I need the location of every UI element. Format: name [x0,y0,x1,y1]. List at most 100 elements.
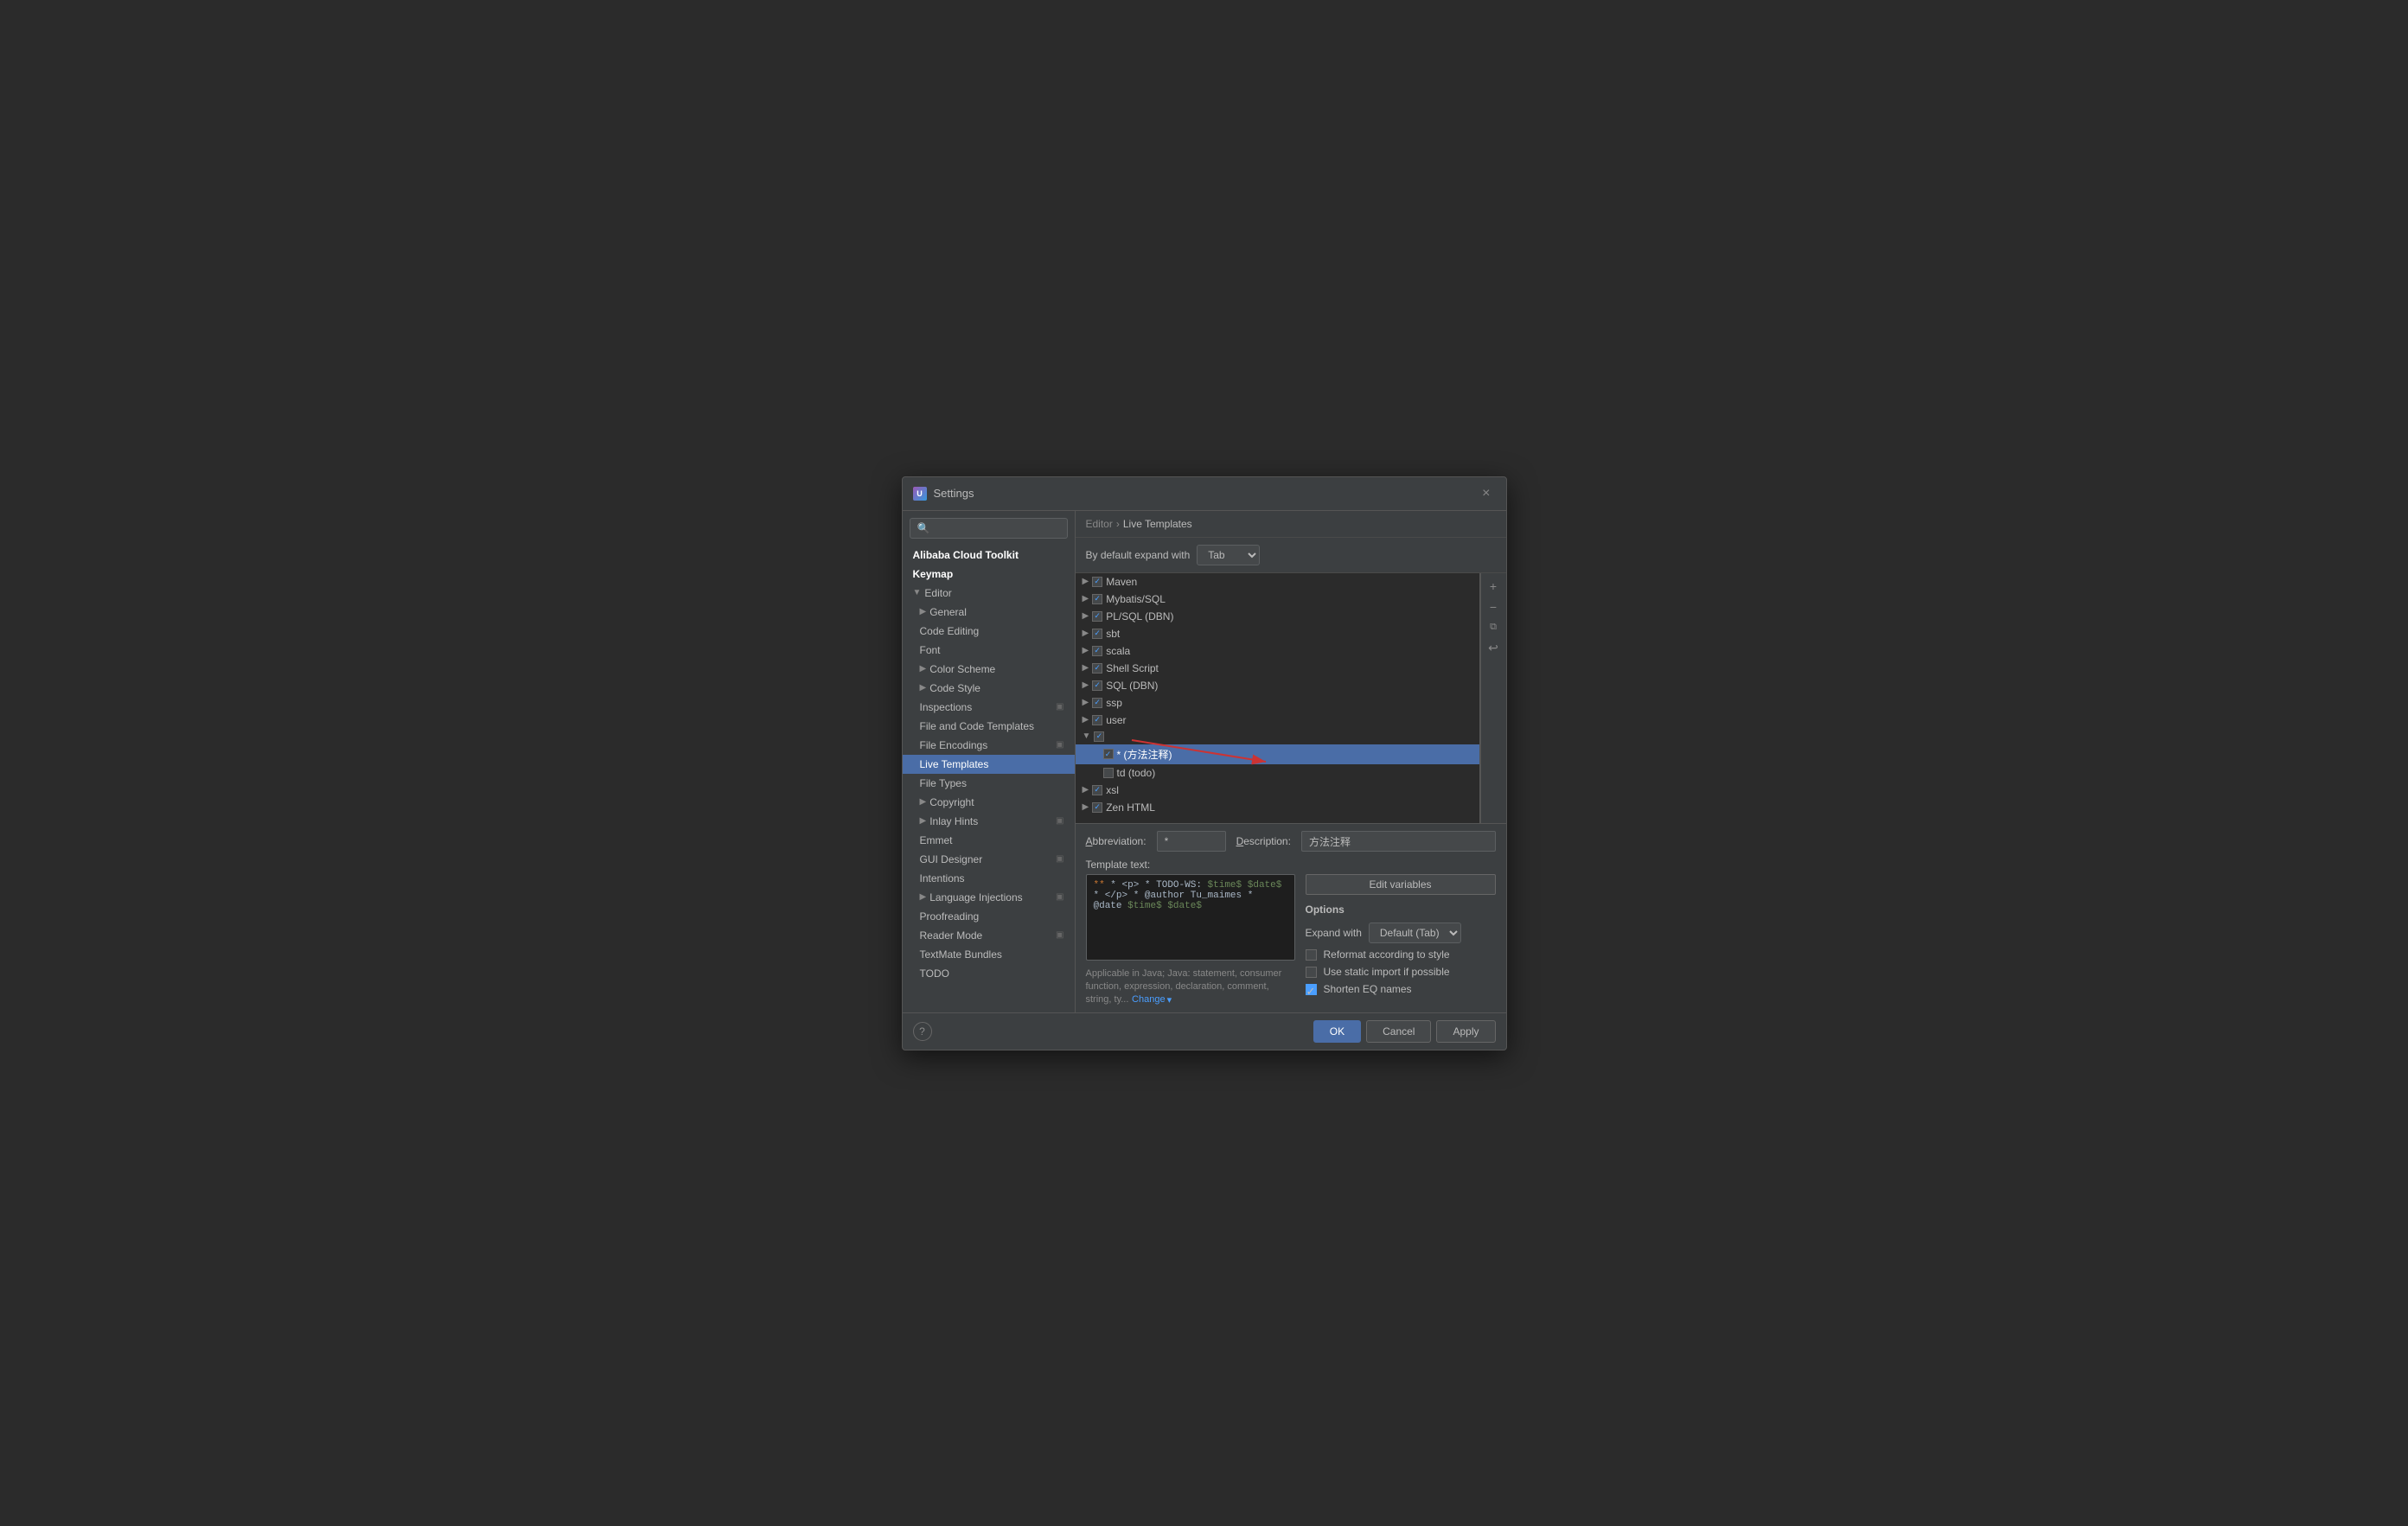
sidebar-item-proofreading[interactable]: Proofreading [903,907,1075,926]
sidebar-item-inlay-hints[interactable]: ▶ Inlay Hints ▣ [903,812,1075,831]
sidebar-item-copyright[interactable]: ▶ Copyright [903,793,1075,812]
static-import-checkbox[interactable] [1306,967,1317,978]
sidebar-item-reader-mode[interactable]: Reader Mode ▣ [903,926,1075,945]
apply-button[interactable]: Apply [1436,1020,1495,1043]
left-col: ** * <p> * TODO-WS: $time$ $date$ * </p>… [1086,874,1295,1006]
breadcrumb: Editor › Live Templates [1076,511,1506,538]
sidebar-item-textmate-bundles[interactable]: TextMate Bundles [903,945,1075,964]
group-label: sbt [1106,628,1120,640]
chevron-right-icon: ▶ [920,664,927,674]
template-group-mybatis[interactable]: ▶ Mybatis/SQL [1076,591,1479,608]
change-link[interactable]: Change ▾ [1132,994,1172,1006]
chevron-right-icon: ▶ [920,892,927,902]
cancel-button[interactable]: Cancel [1366,1020,1431,1043]
restore-button[interactable]: ↩ [1484,639,1503,658]
sidebar-item-editor[interactable]: ▼ Editor [903,584,1075,603]
ok-button[interactable]: OK [1313,1020,1361,1043]
sidebar-item-font[interactable]: Font [903,641,1075,660]
reformat-checkbox[interactable] [1306,949,1317,961]
chevron-right-icon: ▶ [1083,715,1089,725]
template-group-custom[interactable]: ▼ [1076,729,1479,744]
sidebar-item-live-templates[interactable]: Live Templates [903,755,1075,774]
group-checkbox[interactable] [1092,680,1102,691]
sidebar-item-file-encodings[interactable]: File Encodings ▣ [903,736,1075,755]
copy-button[interactable]: ⧉ [1484,618,1503,637]
sidebar-item-label: File Encodings [920,739,988,751]
group-checkbox[interactable] [1092,646,1102,656]
template-group-zenhtml[interactable]: ▶ Zen HTML [1076,799,1479,816]
sidebar-item-file-code-templates[interactable]: File and Code Templates [903,717,1075,736]
group-label: SQL (DBN) [1106,680,1158,692]
chevron-down-icon: ▼ [913,588,922,597]
group-checkbox[interactable] [1092,629,1102,639]
list-side-buttons: + − ⧉ ↩ [1480,573,1506,824]
search-input[interactable] [910,518,1068,539]
template-group-ssp[interactable]: ▶ ssp [1076,694,1479,712]
close-button[interactable]: × [1477,484,1495,503]
group-label: ssp [1106,697,1122,709]
sidebar-item-general[interactable]: ▶ General [903,603,1075,622]
template-group-xsl[interactable]: ▶ xsl [1076,782,1479,799]
item-checkbox[interactable] [1103,749,1114,759]
edit-variables-button[interactable]: Edit variables [1306,874,1496,895]
sidebar-item-keymap[interactable]: Keymap [903,565,1075,584]
template-item-td[interactable]: td (todo) [1076,764,1479,782]
shorten-eq-row: ✓ Shorten EQ names [1306,983,1496,995]
sidebar-item-alibaba[interactable]: Alibaba Cloud Toolkit [903,546,1075,565]
item-checkbox[interactable] [1103,768,1114,778]
template-group-plsql[interactable]: ▶ PL/SQL (DBN) [1076,608,1479,625]
abbreviation-label: Abbreviation: [1086,835,1147,847]
template-group-sbt[interactable]: ▶ sbt [1076,625,1479,642]
template-text-editor[interactable]: ** * <p> * TODO-WS: $time$ $date$ * </p>… [1086,874,1295,961]
remove-button[interactable]: − [1484,597,1503,616]
sidebar-item-label: File Types [920,777,967,789]
template-group-sqldbn[interactable]: ▶ SQL (DBN) [1076,677,1479,694]
chevron-right-icon: ▶ [920,607,927,616]
group-checkbox[interactable] [1094,731,1104,742]
sidebar-item-code-editing[interactable]: Code Editing [903,622,1075,641]
group-checkbox[interactable] [1092,715,1102,725]
sidebar-item-language-injections[interactable]: ▶ Language Injections ▣ [903,888,1075,907]
add-button[interactable]: + [1484,577,1503,596]
sidebar-item-label: Live Templates [920,758,989,770]
template-group-maven[interactable]: ▶ Maven [1076,573,1479,591]
settings-badge: ▣ [1056,816,1063,826]
template-group-shell[interactable]: ▶ Shell Script [1076,660,1479,677]
templates-list: ▶ Maven ▶ Mybatis/SQL ▶ PL/SQL (D [1076,573,1480,824]
group-checkbox[interactable] [1092,577,1102,587]
group-checkbox[interactable] [1092,802,1102,813]
sidebar-item-label: TextMate Bundles [920,948,1002,961]
sidebar-item-color-scheme[interactable]: ▶ Color Scheme [903,660,1075,679]
help-button[interactable]: ? [913,1022,932,1041]
group-label: user [1106,714,1126,726]
chevron-right-icon: ▶ [1083,663,1089,673]
breadcrumb-parent: Editor [1086,518,1113,530]
template-group-user[interactable]: ▶ user [1076,712,1479,729]
expand-with-options-select[interactable]: Default (Tab) Tab Enter Space [1369,923,1461,943]
sidebar-item-inspections[interactable]: Inspections ▣ [903,698,1075,717]
template-item-fangfa[interactable]: * (方法注释) [1076,744,1479,764]
group-label: Maven [1106,576,1137,588]
group-checkbox[interactable] [1092,663,1102,674]
sidebar-item-todo[interactable]: TODO [903,964,1075,983]
group-label: xsl [1106,784,1119,796]
group-checkbox[interactable] [1092,698,1102,708]
dialog-title: Settings [934,487,974,500]
sidebar-item-code-style[interactable]: ▶ Code Style [903,679,1075,698]
fields-row: Abbreviation: Description: [1086,831,1496,852]
sidebar-item-intentions[interactable]: Intentions [903,869,1075,888]
sidebar-item-emmet[interactable]: Emmet [903,831,1075,850]
group-checkbox[interactable] [1092,594,1102,604]
group-checkbox[interactable] [1092,611,1102,622]
sidebar-item-file-types[interactable]: File Types [903,774,1075,793]
description-input[interactable] [1301,831,1496,852]
sidebar-item-gui-designer[interactable]: GUI Designer ▣ [903,850,1075,869]
template-group-scala[interactable]: ▶ scala [1076,642,1479,660]
group-checkbox[interactable] [1092,785,1102,795]
expand-with-select[interactable]: Tab Enter Space [1197,545,1260,565]
settings-dialog: U Settings × Alibaba Cloud Toolkit Keyma… [902,476,1507,1050]
shorten-eq-checkbox[interactable]: ✓ [1306,984,1317,995]
abbreviation-input[interactable] [1157,831,1226,852]
sidebar-item-label: Alibaba Cloud Toolkit [913,549,1019,561]
sidebar-item-label: Color Scheme [929,663,995,675]
